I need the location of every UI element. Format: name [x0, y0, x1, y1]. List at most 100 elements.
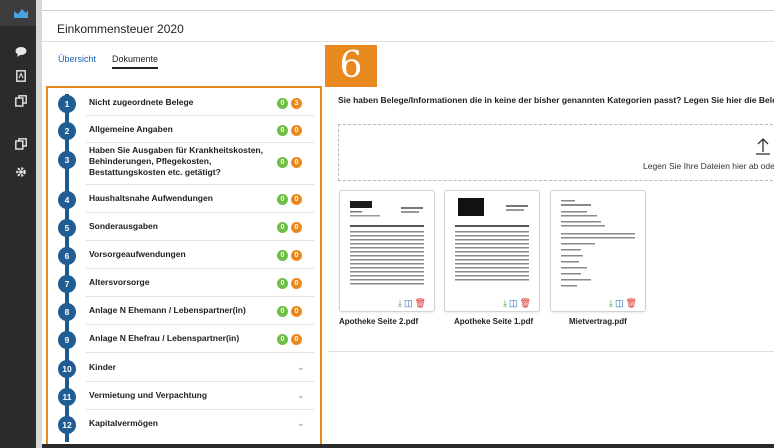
- category-number: 6: [58, 247, 76, 265]
- preview-icon[interactable]: ◫: [404, 298, 413, 310]
- section-heading: Sie haben Belege/Informationen die in ke…: [338, 95, 774, 105]
- file-name[interactable]: Apotheke Seite 1.pdf: [454, 317, 533, 326]
- uploaded-count-badge: 0: [277, 250, 288, 261]
- category-number: 5: [58, 219, 76, 237]
- bottom-bar: [42, 444, 774, 448]
- divider: [86, 352, 314, 353]
- uploaded-count-badge: 0: [277, 194, 288, 205]
- upload-icon[interactable]: [755, 137, 771, 155]
- category-row[interactable]: 12 Kapitalvermögen ⌄: [48, 412, 320, 434]
- category-row[interactable]: 5 Sonderausgaben 0 0: [48, 215, 320, 237]
- document-preview: [345, 195, 429, 295]
- category-row[interactable]: 2 Allgemeine Angaben 0 0: [48, 118, 320, 140]
- tab-documents[interactable]: Dokumente: [112, 54, 159, 69]
- divider: [86, 268, 314, 269]
- divider: [42, 41, 774, 42]
- category-row[interactable]: 4 Haushaltsnahe Aufwendungen 0 0: [48, 187, 320, 209]
- uploaded-count-badge: 0: [277, 98, 288, 109]
- category-row[interactable]: 6 Vorsorgeaufwendungen 0 0: [48, 243, 320, 265]
- uploaded-count-badge: 0: [277, 222, 288, 233]
- page-title: Einkommensteuer 2020: [57, 22, 184, 36]
- pending-count-badge: 0: [291, 222, 302, 233]
- file-actions: ⤓ ◫ 🗑: [398, 298, 432, 310]
- pending-count-badge: 0: [291, 334, 302, 345]
- file-name[interactable]: Apotheke Seite 2.pdf: [339, 317, 418, 326]
- chevron-down-icon[interactable]: ⌄: [297, 390, 307, 400]
- category-label: Kapitalvermögen: [89, 418, 158, 428]
- category-number: 11: [58, 388, 76, 406]
- category-row[interactable]: 1 Nicht zugeordnete Belege 0 3: [48, 91, 320, 113]
- uploaded-count-badge: 0: [277, 334, 288, 345]
- pending-count-badge: 0: [291, 157, 302, 168]
- category-row[interactable]: 9 Anlage N Ehefrau / Lebenspartner(in) 0…: [48, 327, 320, 349]
- trash-icon[interactable]: 🗑: [626, 298, 637, 310]
- category-row[interactable]: 7 Altersvorsorge 0 0: [48, 271, 320, 293]
- divider: [86, 240, 314, 241]
- category-row[interactable]: 11 Vermietung und Verpachtung ⌄: [48, 384, 320, 406]
- category-label: Altersvorsorge: [89, 277, 150, 287]
- pending-count-badge: 0: [291, 250, 302, 261]
- document-preview: [450, 195, 534, 295]
- category-row[interactable]: 3 Haben Sie Ausgaben für Krankheitskoste…: [48, 144, 320, 184]
- file-actions: ⤓ ◫ 🗑: [609, 298, 643, 310]
- uploaded-count-badge: 0: [277, 306, 288, 317]
- file-name[interactable]: Mietvertrag.pdf: [569, 317, 627, 326]
- divider: [86, 115, 314, 116]
- divider: [86, 409, 314, 410]
- divider: [86, 324, 314, 325]
- category-label: Vermietung und Verpachtung: [89, 390, 208, 400]
- file-thumbnail[interactable]: ⤓ ◫ 🗑: [550, 190, 646, 312]
- divider: [86, 296, 314, 297]
- divider: [328, 351, 774, 352]
- pending-count-badge: 0: [291, 306, 302, 317]
- dropzone-text: Legen Sie Ihre Dateien hier ab oder: [643, 161, 774, 171]
- divider: [86, 212, 314, 213]
- chevron-down-icon[interactable]: ⌄: [297, 362, 307, 372]
- category-label: Haushaltsnahe Aufwendungen: [89, 193, 213, 203]
- pdf-document-icon: [16, 70, 26, 82]
- chat-icon: [15, 46, 27, 57]
- chevron-down-icon[interactable]: ⌄: [297, 418, 307, 428]
- category-label: Anlage N Ehefrau / Lebenspartner(in): [89, 333, 240, 343]
- category-label: Allgemeine Angaben: [89, 124, 173, 134]
- chart-icon: [13, 7, 29, 19]
- step-number-badge: 6: [325, 45, 377, 87]
- pending-count-badge: 3: [291, 98, 302, 109]
- uploaded-count-badge: 0: [277, 125, 288, 136]
- preview-icon[interactable]: ◫: [615, 298, 624, 310]
- category-list-panel: 1 Nicht zugeordnete Belege 0 3 2 Allgeme…: [46, 86, 322, 446]
- download-icon[interactable]: ⤓: [398, 298, 402, 310]
- category-number: 3: [58, 151, 76, 169]
- category-label: Vorsorgeaufwendungen: [89, 249, 186, 259]
- tab-overview[interactable]: Übersicht: [58, 54, 96, 64]
- uploaded-count-badge: 0: [277, 278, 288, 289]
- category-number: 9: [58, 331, 76, 349]
- sidebar: [0, 0, 42, 448]
- file-thumbnail[interactable]: ⤓ ◫ 🗑: [444, 190, 540, 312]
- trash-icon[interactable]: 🗑: [520, 298, 531, 310]
- trash-icon[interactable]: 🗑: [415, 298, 426, 310]
- sidebar-scroll-strip: [36, 0, 42, 448]
- category-number: 7: [58, 275, 76, 293]
- category-label: Haben Sie Ausgaben für Krankheitskosten,…: [89, 145, 263, 177]
- divider: [86, 184, 314, 185]
- copy-icon: [15, 95, 27, 107]
- document-preview: [556, 195, 640, 295]
- uploaded-count-badge: 0: [277, 157, 288, 168]
- pending-count-badge: 0: [291, 194, 302, 205]
- copy-icon: [15, 138, 27, 150]
- preview-icon[interactable]: ◫: [509, 298, 518, 310]
- top-bar: [42, 0, 774, 11]
- file-dropzone[interactable]: Legen Sie Ihre Dateien hier ab oder: [338, 124, 774, 181]
- category-number: 12: [58, 416, 76, 434]
- category-label: Kinder: [89, 362, 116, 372]
- category-number: 10: [58, 360, 76, 378]
- pending-count-badge: 0: [291, 278, 302, 289]
- download-icon[interactable]: ⤓: [503, 298, 507, 310]
- category-row[interactable]: 10 Kinder ⌄: [48, 356, 320, 378]
- pending-count-badge: 0: [291, 125, 302, 136]
- category-row[interactable]: 8 Anlage N Ehemann / Lebenspartner(in) 0…: [48, 299, 320, 321]
- category-number: 8: [58, 303, 76, 321]
- download-icon[interactable]: ⤓: [609, 298, 613, 310]
- file-thumbnail[interactable]: ⤓ ◫ 🗑: [339, 190, 435, 312]
